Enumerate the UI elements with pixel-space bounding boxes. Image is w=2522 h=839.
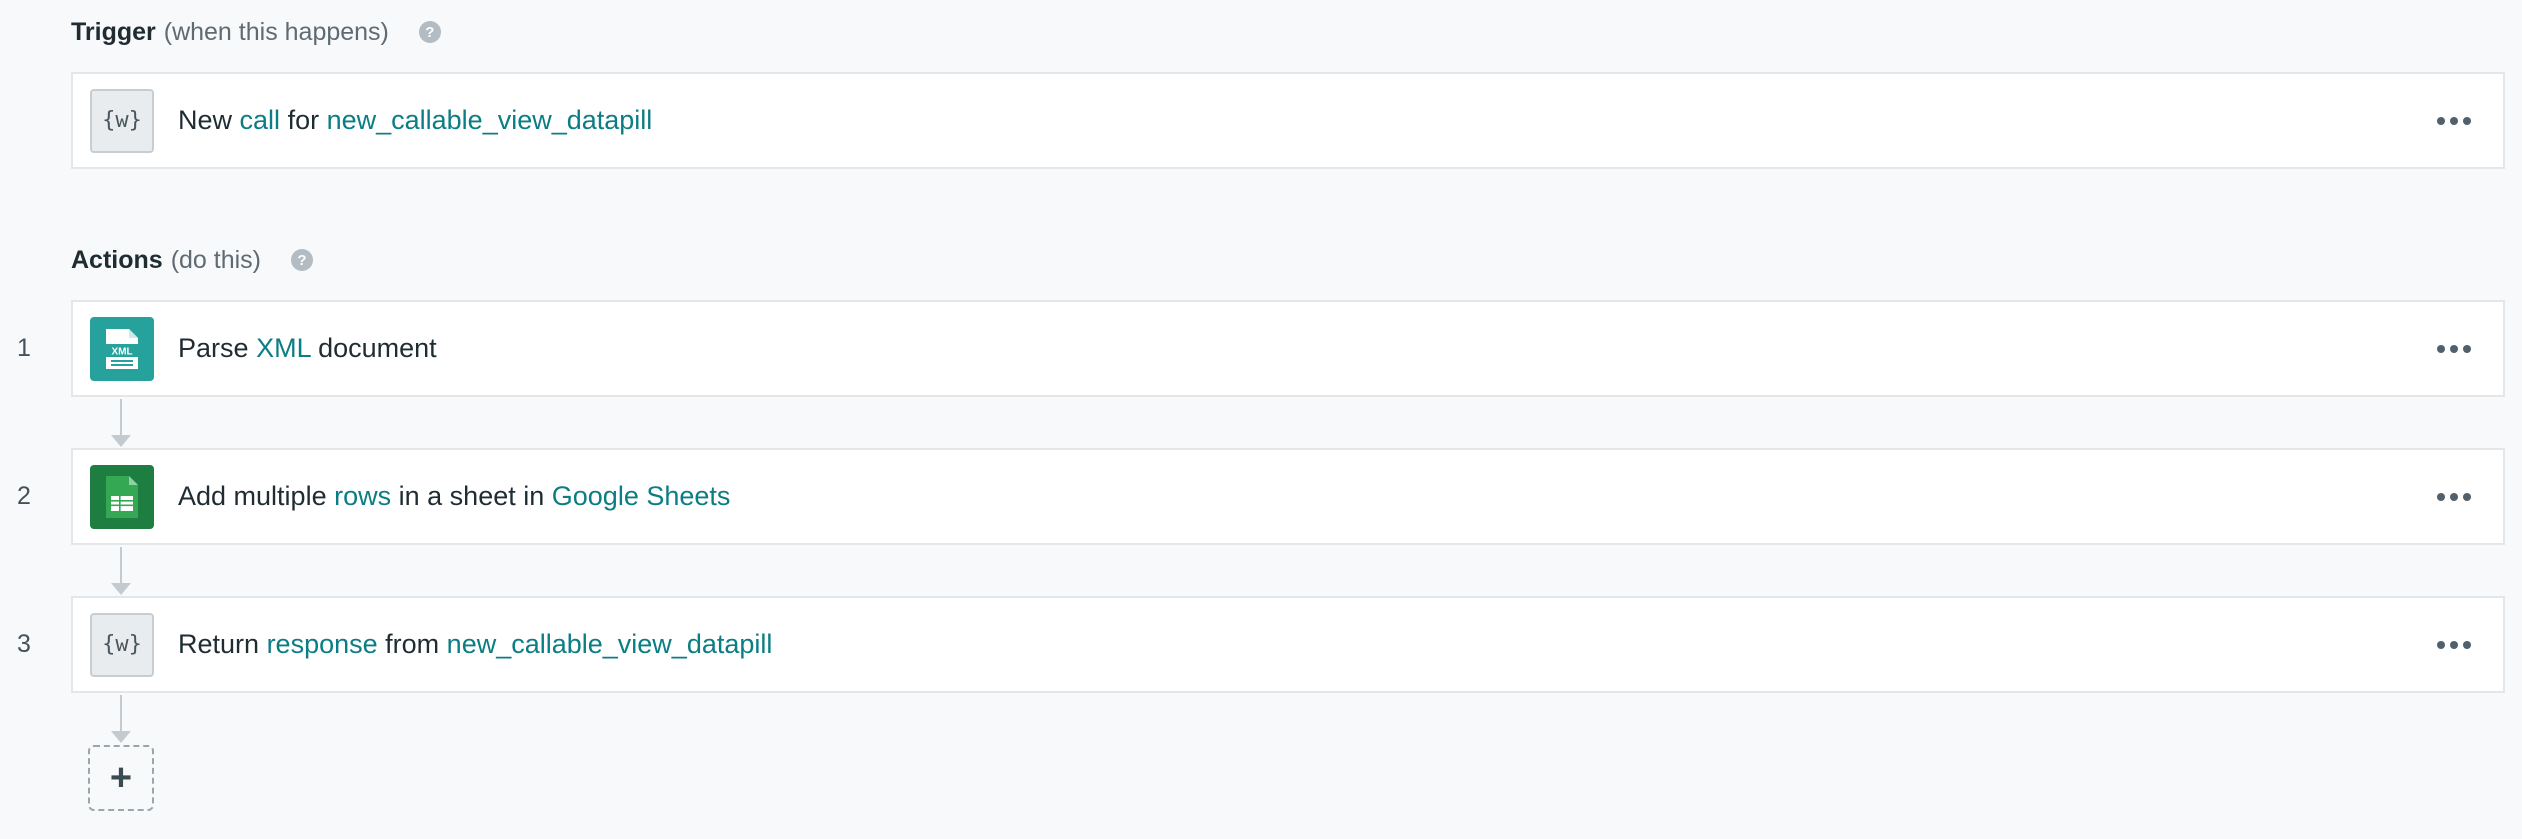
action-step-card[interactable]: XML Parse XML document (71, 300, 2505, 397)
dot-icon (2463, 344, 2471, 353)
step-text-datapill: Google Sheets (551, 481, 731, 511)
step-text-datapill: rows (334, 481, 392, 511)
step-text-datapill: new_callable_view_datapill (446, 629, 773, 659)
dot-icon (2450, 344, 2458, 353)
trigger-subtitle: (when this happens) (163, 17, 389, 46)
dot-icon (2450, 492, 2458, 501)
step-text-part: Return (178, 629, 260, 659)
step-text-part: New (178, 105, 233, 135)
actions-title: Actions (71, 245, 163, 274)
action-step-card[interactable]: Add multiple rows in a sheet in Google S… (71, 448, 2505, 545)
step-text-datapill: XML (256, 333, 311, 363)
actions-subtitle: (do this) (170, 245, 261, 274)
action-step-card[interactable]: {w} Return response from new_callable_vi… (71, 596, 2505, 693)
step-connector (120, 695, 122, 731)
action-step-text: Return response from new_callable_view_d… (178, 629, 772, 660)
step-text-datapill: new_callable_view_datapill (326, 105, 653, 135)
action-step-text: Add multiple rows in a sheet in Google S… (178, 481, 730, 512)
step-text-part: Parse (178, 333, 249, 363)
trigger-step-card[interactable]: {w} New call for new_callable_view_datap… (71, 72, 2505, 169)
connector-arrow-icon (111, 583, 131, 595)
more-options-button[interactable] (2437, 116, 2471, 125)
workato-icon: {w} (90, 612, 154, 677)
dot-icon (2463, 640, 2471, 649)
more-options-button[interactable] (2437, 640, 2471, 649)
more-options-button[interactable] (2437, 492, 2471, 501)
trigger-title: Trigger (71, 17, 156, 46)
step-text-part: from (385, 629, 440, 659)
add-step-button[interactable]: + (88, 745, 154, 811)
xml-icon-label: XML (111, 346, 132, 357)
step-number: 2 (17, 482, 31, 510)
step-text-datapill: call (239, 105, 281, 135)
dot-icon (2437, 116, 2445, 125)
step-text-datapill: response (266, 629, 378, 659)
dot-icon (2450, 640, 2458, 649)
dot-icon (2437, 344, 2445, 353)
step-connector (120, 399, 122, 435)
trigger-header: Trigger (when this happens) ? (71, 14, 441, 50)
connector-arrow-icon (111, 435, 131, 447)
workato-icon: {w} (90, 88, 154, 153)
action-step-text: Parse XML document (178, 333, 437, 364)
step-number: 1 (17, 334, 31, 362)
xml-document-icon: XML (90, 316, 154, 381)
step-text-part: Add multiple (178, 481, 327, 511)
step-number: 3 (17, 630, 31, 658)
more-options-button[interactable] (2437, 344, 2471, 353)
step-text-part: document (318, 333, 437, 363)
step-connector (120, 547, 122, 583)
help-icon[interactable]: ? (291, 249, 313, 271)
plus-icon: + (109, 756, 133, 799)
google-sheets-icon (90, 464, 154, 529)
trigger-step-text: New call for new_callable_view_datapill (178, 105, 652, 136)
dot-icon (2437, 492, 2445, 501)
google-sheets-svg (106, 475, 138, 518)
dot-icon (2463, 492, 2471, 501)
dot-icon (2450, 116, 2458, 125)
actions-header: Actions (do this) ? (71, 242, 313, 278)
xml-document-svg: XML (103, 328, 141, 369)
connector-arrow-icon (111, 731, 131, 743)
dot-icon (2437, 640, 2445, 649)
dot-icon (2463, 116, 2471, 125)
step-text-part: for (287, 105, 320, 135)
help-icon[interactable]: ? (418, 21, 441, 43)
step-text-part: in a sheet in (398, 481, 545, 511)
